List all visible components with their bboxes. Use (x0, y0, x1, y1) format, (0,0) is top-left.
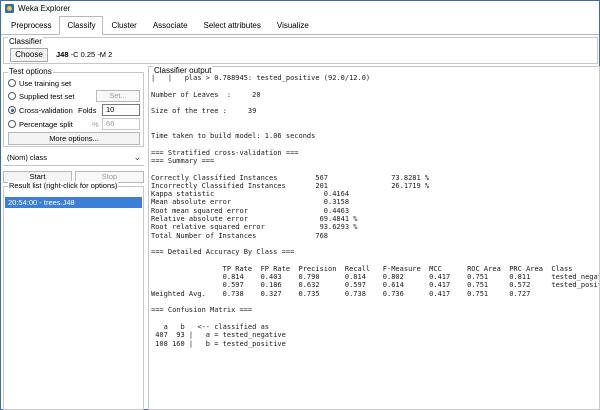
output-line: a b <-- classified as (151, 322, 270, 331)
use-training-set-option[interactable]: Use training set (8, 77, 71, 89)
output-line: Kappa statistic 0.4164 (151, 190, 350, 199)
output-line: 108 160 | b = tested_positive (151, 339, 286, 348)
cross-validation-label: Cross-validation (19, 105, 73, 115)
output-line: Number of Leaves : 20 (151, 90, 261, 99)
output-line: 0.814 0.403 0.790 0.814 0.802 0.417 0.75… (151, 273, 599, 282)
weka-app-icon (5, 3, 14, 13)
tab-bar: Preprocess Classify Cluster Associate Se… (1, 16, 599, 35)
supplied-test-label: Supplied test set (19, 91, 75, 101)
output-line: 407 93 | a = tested_negative (151, 331, 286, 340)
output-line: === Stratified cross-validation === (151, 148, 299, 157)
tab-visualize[interactable]: Visualize (269, 16, 317, 34)
supplied-test-radio[interactable] (8, 92, 16, 100)
more-options-button[interactable]: More options... (8, 132, 140, 145)
output-line: | | plas > 0.788945: tested_positive (92… (151, 74, 371, 82)
output-line: Size of the tree : 39 (151, 107, 257, 116)
result-list-panel: Result list (right-click for options) 20… (3, 181, 144, 410)
classifier-legend: Classifier (8, 37, 43, 46)
supplied-test-set-option[interactable]: Supplied test set (8, 90, 74, 102)
output-line: Relative absolute error 69.4841 % (151, 215, 358, 224)
output-line: Time taken to build model: 1.06 seconds (151, 132, 316, 141)
result-list-legend: Result list (right-click for options) (8, 181, 119, 190)
classifier-name: J48 (56, 50, 69, 59)
tab-associate[interactable]: Associate (145, 16, 196, 34)
percent-symbol: % (92, 120, 99, 129)
test-options-panel: Test options Use training set Supplied t… (3, 67, 144, 147)
use-training-label: Use training set (19, 78, 72, 88)
classifier-panel: Classifier Choose J48 -C 0.25 -M 2 (3, 37, 598, 64)
percentage-split-option[interactable]: Percentage split (8, 118, 73, 130)
output-line: Total Number of Instances 768 (151, 231, 329, 240)
percent-input[interactable]: 66 (102, 118, 140, 130)
folds-input[interactable]: 10 (102, 104, 140, 116)
output-line: === Confusion Matrix === (151, 306, 253, 315)
use-training-radio[interactable] (8, 79, 16, 87)
output-line: Correctly Classified Instances 567 73.82… (151, 173, 430, 182)
tab-preprocess[interactable]: Preprocess (3, 16, 59, 34)
cross-validation-option[interactable]: Cross-validation (8, 104, 73, 116)
title-bar: Weka Explorer (1, 1, 599, 15)
output-line: 0.597 0.186 0.632 0.597 0.614 0.417 0.75… (151, 281, 599, 290)
window-title: Weka Explorer (18, 3, 71, 13)
set-button[interactable]: Set... (96, 90, 140, 102)
choose-button[interactable]: Choose (10, 48, 48, 62)
result-list-item[interactable]: 20:54:00 - trees.J48 (5, 197, 142, 208)
output-line: === Summary === (151, 156, 215, 165)
output-line: Incorrectly Classified Instances 201 26.… (151, 181, 430, 190)
output-line: Weighted Avg. 0.738 0.327 0.735 0.738 0.… (151, 289, 531, 298)
tab-cluster[interactable]: Cluster (103, 16, 144, 34)
cross-validation-radio[interactable] (8, 106, 16, 114)
output-line: Root relative squared error 93.6293 % (151, 223, 358, 232)
output-line: Root mean squared error 0.4463 (151, 206, 350, 215)
percentage-split-label: Percentage split (19, 119, 73, 129)
test-options-legend: Test options (8, 67, 53, 76)
output-line: Mean absolute error 0.3158 (151, 198, 350, 207)
folds-label: Folds (78, 106, 97, 115)
class-select-value: (Nom) class (7, 153, 48, 162)
classifier-config[interactable]: J48 -C 0.25 -M 2 (56, 48, 112, 62)
output-line: TP Rate FP Rate Precision Recall F-Measu… (151, 264, 573, 273)
tab-select-attributes[interactable]: Select attributes (196, 16, 269, 34)
classifier-options: -C 0.25 -M 2 (68, 50, 113, 59)
class-attribute-select[interactable]: (Nom) class ⌄ (3, 149, 144, 166)
tab-classify[interactable]: Classify (59, 16, 104, 35)
percentage-split-radio[interactable] (8, 120, 16, 128)
classifier-output-text[interactable]: | | plas > 0.788945: tested_positive (92… (151, 74, 599, 409)
classifier-output-panel: Classifier output | | plas > 0.788945: t… (148, 66, 600, 410)
weka-explorer-window: Weka Explorer Preprocess Classify Cluste… (0, 0, 600, 410)
output-line: === Detailed Accuracy By Class === (151, 248, 295, 257)
chevron-down-icon: ⌄ (133, 152, 141, 162)
